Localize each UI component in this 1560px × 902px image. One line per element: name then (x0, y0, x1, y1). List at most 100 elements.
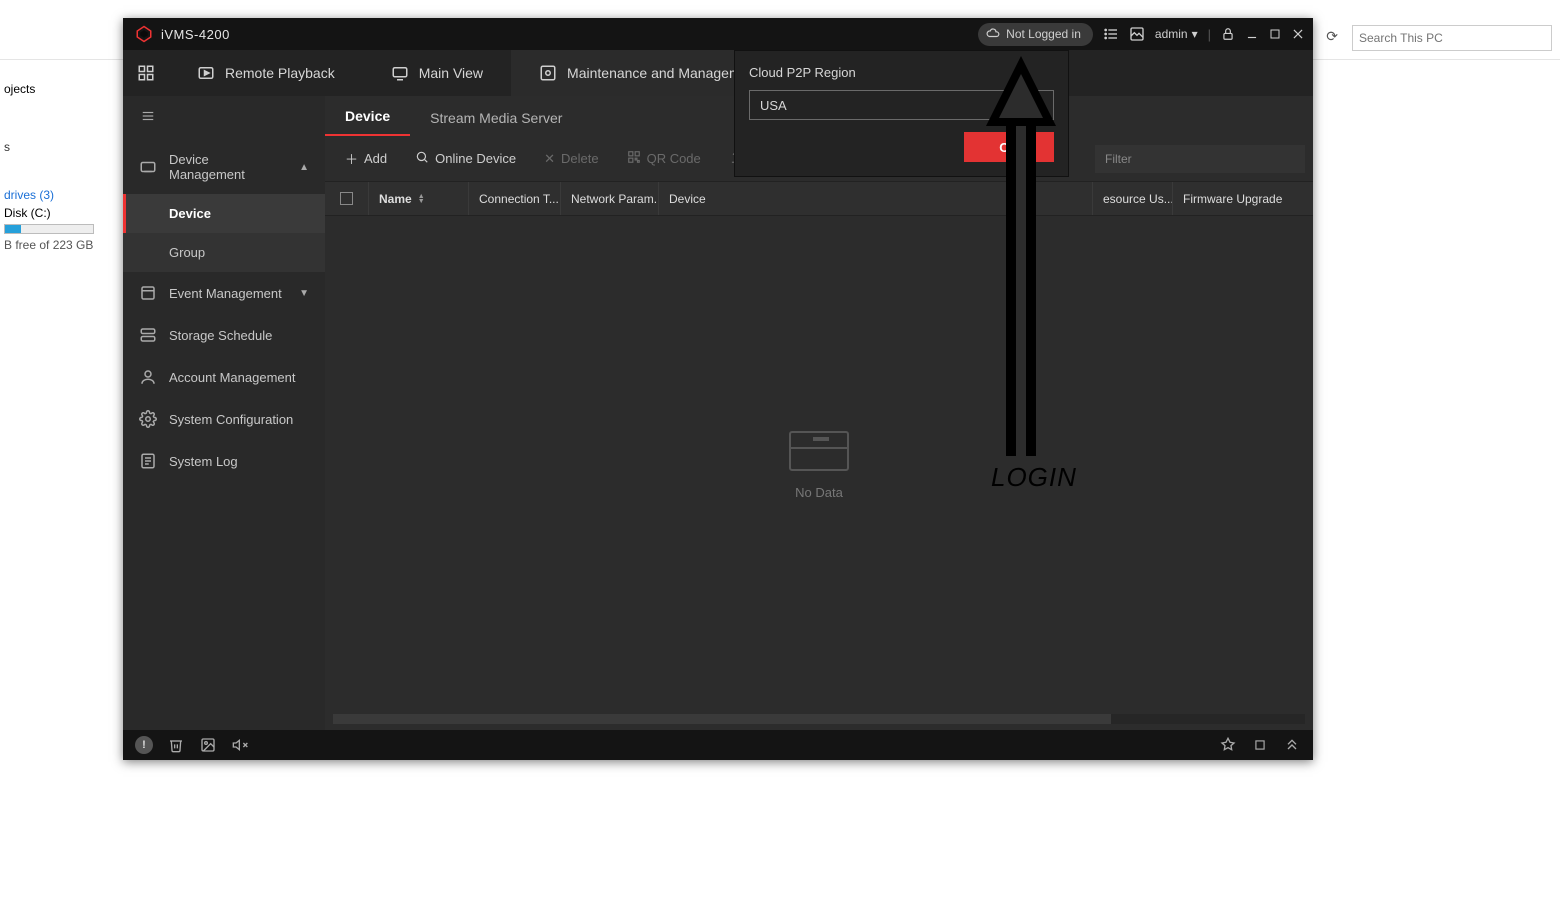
empty-state: No Data (325, 216, 1313, 714)
explorer-s-row: s (0, 138, 123, 156)
user-label: admin (1155, 27, 1188, 41)
cloud-p2p-popup: Cloud P2P Region USA ▾ OK (734, 50, 1069, 177)
content-pane: Device Stream Media Server ＋ Add Online … (325, 96, 1313, 730)
online-device-button[interactable]: Online Device (403, 144, 528, 173)
sidebar-device-mgmt-label: Device Management (169, 152, 287, 182)
separator: | (1208, 27, 1211, 42)
sidebar-item-system-configuration[interactable]: System Configuration (123, 398, 325, 440)
explorer-free-label: B free of 223 GB (0, 236, 123, 254)
settings-box-icon (539, 64, 557, 82)
maximize-icon[interactable] (1269, 28, 1281, 40)
lock-icon[interactable] (1221, 27, 1235, 41)
qr-label: QR Code (647, 151, 701, 166)
explorer-disk-usage-bar (4, 224, 94, 234)
add-button[interactable]: ＋ Add (333, 143, 399, 174)
add-label: Add (364, 151, 387, 166)
titlebar: iVMS-4200 Not Logged in admin ▾ | (123, 18, 1313, 50)
sidebar: Device Management ▲ Device Group Event M… (123, 96, 325, 730)
sidebar-sub-device[interactable]: Device (123, 194, 325, 233)
plus-icon: ＋ (345, 149, 358, 168)
th-checkbox[interactable] (325, 182, 369, 215)
sidebar-sub-group[interactable]: Group (123, 233, 325, 272)
trash-icon[interactable] (167, 736, 185, 754)
sidebar-item-device-management[interactable]: Device Management ▲ (123, 140, 325, 194)
tab-main-view[interactable]: Main View (363, 50, 511, 96)
table-header: Name ▲▼ Connection T... Network Param...… (325, 182, 1313, 216)
app-title: iVMS-4200 (161, 27, 230, 42)
sidebar-item-storage-schedule[interactable]: Storage Schedule (123, 314, 325, 356)
user-dropdown[interactable]: admin ▾ (1155, 27, 1198, 41)
image-icon[interactable] (1129, 26, 1145, 42)
horizontal-scrollbar[interactable] (333, 714, 1305, 724)
account-icon (139, 368, 157, 386)
sidebar-item-account-management[interactable]: Account Management (123, 356, 325, 398)
sidebar-event-label: Event Management (169, 286, 282, 301)
popup-label: Cloud P2P Region (749, 65, 1054, 80)
cloud-icon (986, 26, 1000, 43)
tab-remote-playback[interactable]: Remote Playback (169, 50, 363, 96)
empty-text: No Data (795, 485, 843, 500)
ivms-app-window: iVMS-4200 Not Logged in admin ▾ | (123, 18, 1313, 760)
explorer-disk-label[interactable]: Disk (C:) (0, 204, 123, 222)
monitor-icon (391, 64, 409, 82)
filter-input[interactable] (1095, 145, 1305, 173)
picture-icon[interactable] (199, 736, 217, 754)
sidebar-syslog-label: System Log (169, 454, 238, 469)
gear-icon (139, 410, 157, 428)
empty-box-icon (789, 431, 849, 471)
qr-code-button[interactable]: QR Code (615, 144, 713, 173)
app-logo-icon (135, 25, 153, 43)
th-connection-type[interactable]: Connection T... (469, 182, 561, 215)
subtab-stream-media-server[interactable]: Stream Media Server (410, 100, 582, 136)
search-icon (415, 150, 429, 167)
th-resource-usage[interactable]: esource Us... (1093, 182, 1173, 215)
close-icon[interactable] (1291, 27, 1305, 41)
qr-icon (627, 150, 641, 167)
chevron-up-icon: ▲ (299, 162, 309, 173)
status-bar: ! (123, 730, 1313, 760)
x-icon: ✕ (544, 151, 555, 167)
sidebar-item-event-management[interactable]: Event Management ▼ (123, 272, 325, 314)
mute-icon[interactable] (231, 736, 249, 754)
delete-button[interactable]: ✕ Delete (532, 145, 610, 173)
th-network-param[interactable]: Network Param... (561, 182, 659, 215)
hamburger-icon[interactable] (139, 109, 157, 128)
tab-remote-label: Remote Playback (225, 65, 335, 81)
alert-icon[interactable]: ! (135, 736, 153, 754)
ok-button[interactable]: OK (964, 132, 1054, 162)
login-status-pill[interactable]: Not Logged in (978, 23, 1093, 46)
explorer-nav-panel: ojects s drives (3) Disk (C:) B free of … (0, 80, 123, 254)
restore-icon[interactable] (1251, 736, 1269, 754)
subtab-device[interactable]: Device (325, 98, 410, 136)
pin-icon[interactable] (1219, 736, 1237, 754)
list-icon[interactable] (1103, 26, 1119, 42)
sort-icon: ▲▼ (418, 194, 425, 204)
explorer-drives-link[interactable]: drives (3) (0, 186, 123, 204)
sidebar-account-label: Account Management (169, 370, 295, 385)
th-device[interactable]: Device (659, 182, 1093, 215)
log-icon (139, 452, 157, 470)
minimize-icon[interactable] (1245, 27, 1259, 41)
region-value: USA (760, 98, 787, 113)
th-name[interactable]: Name ▲▼ (369, 182, 469, 215)
chevron-down-icon: ▼ (299, 288, 309, 299)
chevron-down-icon: ▾ (1192, 27, 1198, 41)
sidebar-item-system-log[interactable]: System Log (123, 440, 325, 482)
th-firmware-upgrade[interactable]: Firmware Upgrade (1173, 182, 1313, 215)
th-name-label: Name (379, 192, 412, 206)
tab-main-label: Main View (419, 65, 483, 81)
sidebar-storage-label: Storage Schedule (169, 328, 272, 343)
refresh-icon[interactable]: ⟳ (1326, 28, 1338, 45)
collapse-icon[interactable] (1283, 736, 1301, 754)
chevron-down-icon: ▾ (1036, 97, 1043, 113)
tab-maintenance-label: Maintenance and Management (567, 65, 760, 81)
online-device-label: Online Device (435, 151, 516, 166)
device-mgmt-icon (139, 158, 157, 176)
explorer-objects-label: ojects (0, 80, 123, 98)
region-select[interactable]: USA ▾ (749, 90, 1054, 120)
explorer-search-input[interactable] (1352, 25, 1552, 51)
playback-icon (197, 64, 215, 82)
sidebar-sysconf-label: System Configuration (169, 412, 293, 427)
apps-grid-icon[interactable] (123, 50, 169, 96)
storage-icon (139, 326, 157, 344)
